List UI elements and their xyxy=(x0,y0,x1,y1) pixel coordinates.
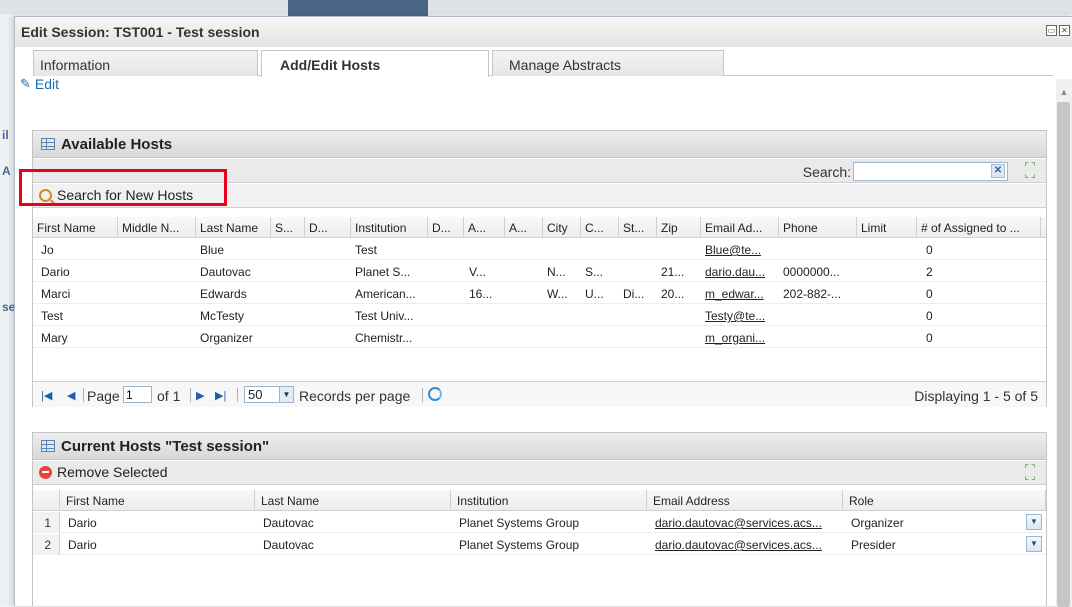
current-hosts-panel: Current Hosts "Test session" Remove Sele… xyxy=(32,432,1047,606)
edit-icon: ✎ xyxy=(20,76,31,91)
tab-bar: Information Add/Edit Hosts Manage Abstra… xyxy=(33,50,1053,77)
grid-icon xyxy=(41,440,55,452)
current-hosts-header: Current Hosts "Test session" xyxy=(33,433,1046,460)
table-row[interactable]: Test McTesty Test Univ... Testy@te... 0 xyxy=(33,305,1046,326)
tab-information[interactable]: Information xyxy=(33,50,258,76)
table-row[interactable]: Marci Edwards American... 16... W... U..… xyxy=(33,283,1046,304)
magnifier-icon xyxy=(39,188,52,202)
tab-manage-abstracts[interactable]: Manage Abstracts xyxy=(492,50,724,76)
table-row[interactable]: 1 Dario Dautovac Planet Systems Group da… xyxy=(33,512,1046,533)
grid-icon xyxy=(41,138,55,150)
search-new-hosts-button[interactable]: Search for New Hosts xyxy=(39,187,193,203)
page-of-label: of 1 xyxy=(157,388,181,404)
col-a2[interactable]: A... xyxy=(505,217,543,238)
col-s[interactable]: S... xyxy=(271,217,305,238)
expand-icon[interactable]: ⌜⌝ ⌞⌟ xyxy=(1024,465,1038,482)
col-first-name[interactable]: First Name xyxy=(33,217,118,238)
close-icon[interactable]: ✕ xyxy=(1059,25,1070,36)
records-per-page-select[interactable]: 50 ▼ xyxy=(244,386,294,403)
col-last-name[interactable]: Last Name xyxy=(255,490,451,511)
table-row[interactable]: Dario Dautovac Planet S... V... N... S..… xyxy=(33,261,1046,282)
remove-icon xyxy=(39,465,52,479)
page-number-input[interactable] xyxy=(123,386,152,403)
col-d[interactable]: D... xyxy=(305,217,351,238)
col-a1[interactable]: A... xyxy=(464,217,505,238)
col-phone[interactable]: Phone xyxy=(779,217,857,238)
background-toolbar xyxy=(0,0,1072,14)
window-title: Edit Session: TST001 - Test session xyxy=(21,24,260,40)
available-hosts-panel: Available Hosts Search: ✕ ⌜⌝ ⌞⌟ Search fo… xyxy=(32,130,1047,407)
previous-page-icon[interactable]: ◀ xyxy=(67,389,75,402)
col-limit[interactable]: Limit xyxy=(857,217,917,238)
col-email-address[interactable]: Email Address xyxy=(647,490,843,511)
col-c[interactable]: C... xyxy=(581,217,619,238)
col-d2[interactable]: D... xyxy=(428,217,464,238)
available-hosts-column-headers: First Name Middle N... Last Name S... D.… xyxy=(33,217,1046,238)
role-dropdown-icon[interactable]: ▼ xyxy=(1026,536,1042,552)
scrollbar-thumb[interactable] xyxy=(1057,102,1070,607)
next-page-icon[interactable]: ▶ xyxy=(196,389,204,402)
col-assigned[interactable]: # of Assigned to ... xyxy=(917,217,1041,238)
tab-add-edit-hosts[interactable]: Add/Edit Hosts xyxy=(261,50,489,77)
background-active-tab xyxy=(288,0,428,16)
role-dropdown-icon[interactable]: ▼ xyxy=(1026,514,1042,530)
page-label: Page xyxy=(87,388,120,404)
expand-icon[interactable]: ⌜⌝ ⌞⌟ xyxy=(1024,163,1038,180)
pager-toolbar: |◀ ◀ Page of 1 ▶ ▶| 50 ▼ Records per pag… xyxy=(33,381,1046,407)
scroll-up-arrow[interactable]: ▲ xyxy=(1059,87,1069,97)
edit-link[interactable]: ✎ Edit xyxy=(20,76,59,92)
chevron-down-icon[interactable]: ▼ xyxy=(279,387,293,402)
new-hosts-toolbar: Search for New Hosts xyxy=(33,184,1046,208)
first-page-icon[interactable]: |◀ xyxy=(41,389,52,402)
remove-selected-button[interactable]: Remove Selected xyxy=(39,464,168,480)
search-input[interactable] xyxy=(853,162,1008,181)
col-last-name[interactable]: Last Name xyxy=(196,217,271,238)
refresh-icon[interactable] xyxy=(428,387,442,401)
col-st[interactable]: St... xyxy=(619,217,657,238)
col-institution[interactable]: Institution xyxy=(351,217,428,238)
displaying-count: Displaying 1 - 5 of 5 xyxy=(914,388,1038,404)
current-hosts-column-headers: First Name Last Name Institution Email A… xyxy=(33,490,1046,511)
clear-search-icon[interactable]: ✕ xyxy=(991,164,1005,178)
restore-icon[interactable]: ▭ xyxy=(1046,25,1057,36)
table-row[interactable]: Jo Blue Test Blue@te... 0 xyxy=(33,239,1046,260)
table-row[interactable]: Mary Organizer Chemistr... m_organi... 0 xyxy=(33,327,1046,348)
search-toolbar: Search: ✕ ⌜⌝ ⌞⌟ xyxy=(33,159,1046,183)
search-label: Search: xyxy=(802,164,851,180)
records-per-page-label: Records per page xyxy=(299,388,411,404)
current-hosts-toolbar: Remove Selected ⌜⌝ ⌞⌟ xyxy=(33,461,1046,485)
col-zip[interactable]: Zip xyxy=(657,217,701,238)
col-city[interactable]: City xyxy=(543,217,581,238)
col-email[interactable]: Email Ad... xyxy=(701,217,779,238)
window-header: Edit Session: TST001 - Test session ▭ ✕ xyxy=(15,17,1072,47)
available-hosts-header: Available Hosts xyxy=(33,131,1046,158)
table-row[interactable]: 2 Dario Dautovac Planet Systems Group da… xyxy=(33,534,1046,555)
col-institution[interactable]: Institution xyxy=(451,490,647,511)
col-first-name[interactable]: First Name xyxy=(60,490,255,511)
col-middle-name[interactable]: Middle N... xyxy=(118,217,196,238)
col-role[interactable]: Role xyxy=(843,490,1046,511)
last-page-icon[interactable]: ▶| xyxy=(215,389,226,402)
